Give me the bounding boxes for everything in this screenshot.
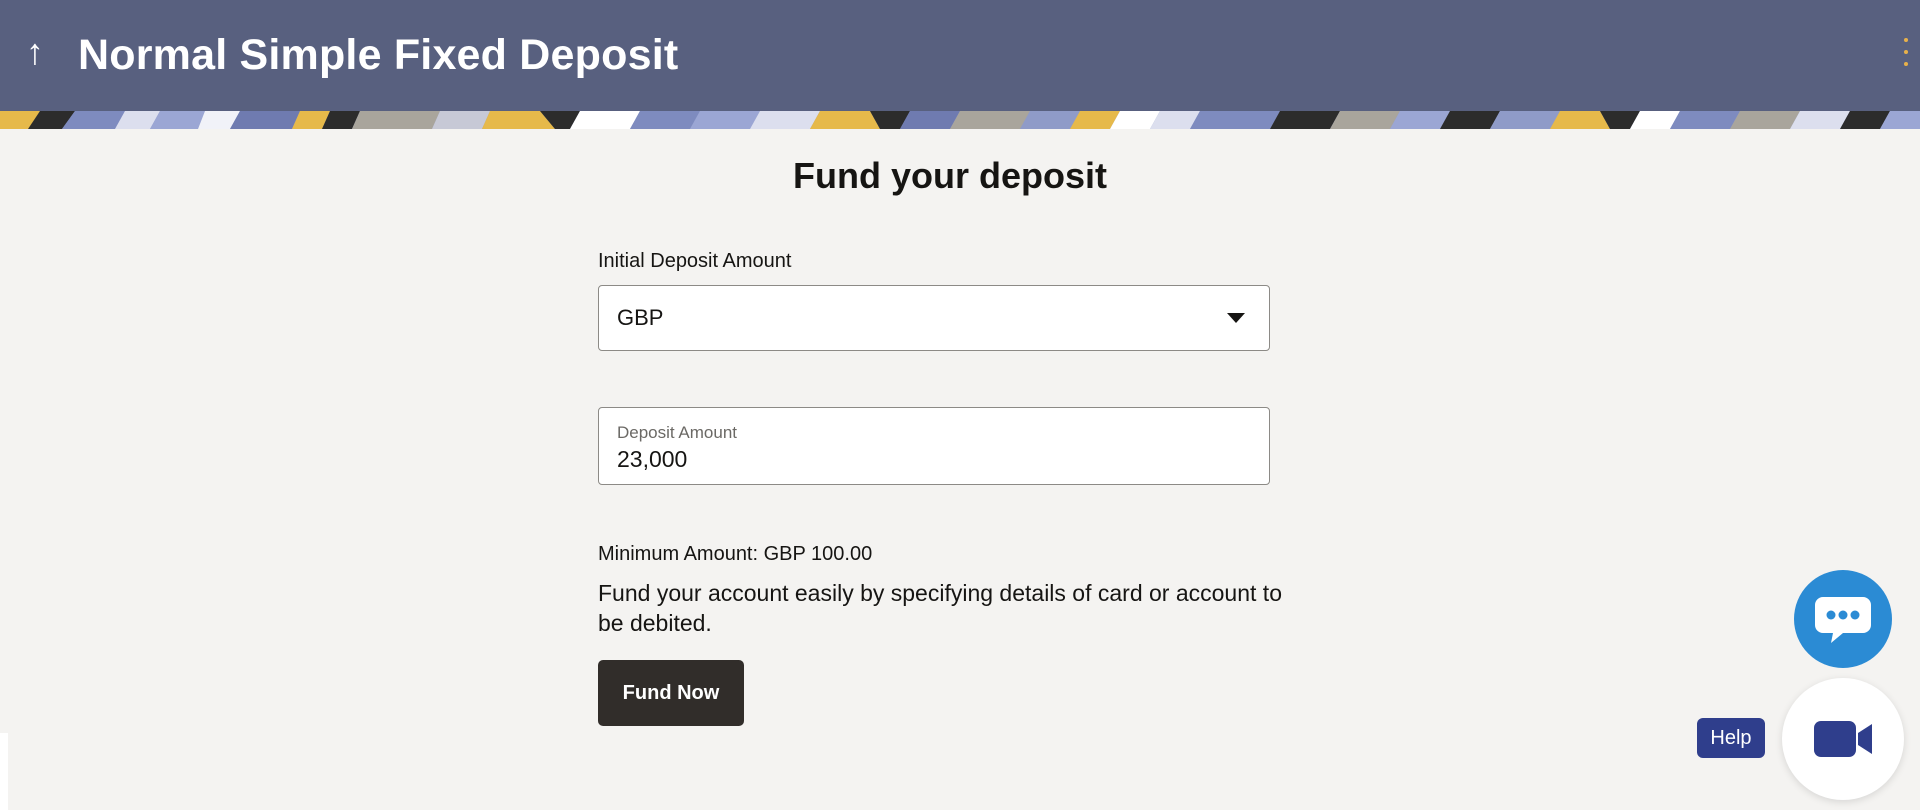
fund-now-button[interactable]: Fund Now [598,660,744,726]
video-camera-icon [1814,721,1872,757]
kebab-menu-icon[interactable] [1900,38,1912,66]
chat-bubble-icon [1815,597,1871,643]
currency-select[interactable]: GBP [598,285,1270,351]
currency-field-label: Initial Deposit Amount [598,250,792,272]
helper-text: Fund your account easily by specifying d… [598,580,1282,636]
page-title: Normal Simple Fixed Deposit [78,31,679,79]
chevron-down-icon [1227,313,1245,323]
chat-button[interactable] [1794,570,1892,668]
minimum-amount-text: Minimum Amount: GBP 100.00 [598,543,873,565]
deposit-amount-label: Deposit Amount [617,423,738,442]
help-button[interactable]: Help [1697,718,1765,758]
deposit-amount-value[interactable]: 23,000 [617,444,687,474]
header-banner-pattern [0,111,1920,129]
deposit-amount-input[interactable]: Deposit Amount 23,000 [598,407,1270,485]
left-edge-panel [0,733,8,810]
up-arrow-icon[interactable]: ↑ [20,30,50,74]
video-call-button[interactable] [1782,678,1904,800]
currency-select-value: GBP [617,305,664,330]
app-header: ↑ Normal Simple Fixed Deposit [0,0,1920,129]
section-title: Fund your deposit [793,155,1107,196]
